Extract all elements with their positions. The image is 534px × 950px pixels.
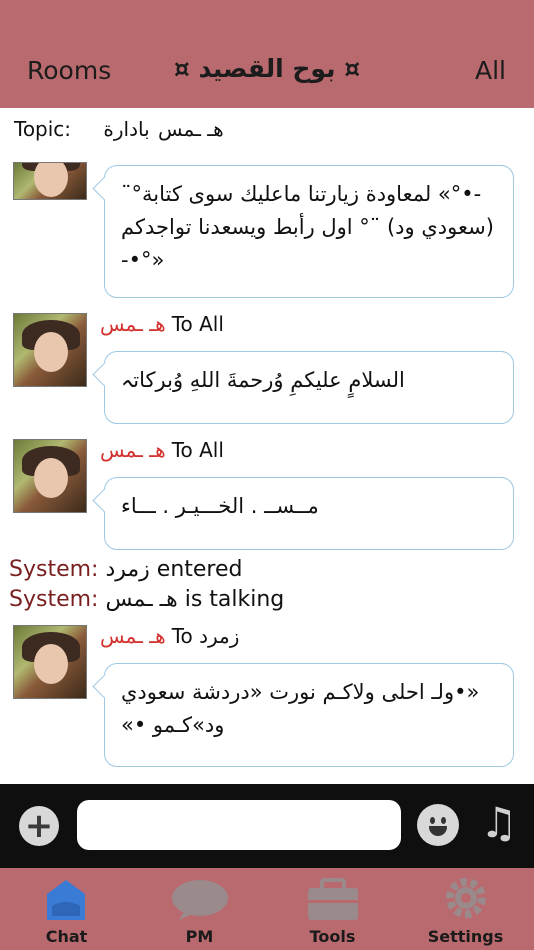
recipient: To All [171, 312, 224, 336]
tab-chat[interactable]: Chat [0, 868, 133, 950]
message-header: هـ ـمس To All [100, 312, 224, 336]
message-bubble: «•ولـ احلى ولاكـم نورت «دردشة سعودي ود»ك… [104, 663, 514, 767]
tab-tools[interactable]: Tools [266, 868, 399, 950]
avatar[interactable] [13, 313, 87, 387]
add-icon[interactable]: + [19, 806, 59, 846]
top-bar: Rooms ¤ بوح القصيد ¤ All [0, 0, 534, 108]
message-input-bar: + ♫ [0, 784, 534, 868]
system-message: System: هـ ـمس is talking [9, 587, 284, 612]
sender-name[interactable]: هـ ـمس [100, 438, 166, 462]
smiley-icon[interactable] [417, 804, 459, 846]
recipient: To زمرد [171, 624, 240, 648]
message-bubble: مــســ . الخـــيـر . ـــاء [104, 477, 514, 550]
tab-settings-label: Settings [427, 927, 504, 946]
sender-name[interactable]: هـ ـمس [100, 624, 166, 648]
topic-line: Topic: هـ ـمس بادارة [14, 117, 224, 141]
tab-bar: Chat PM Tools Settings [0, 868, 534, 950]
sender-name[interactable]: هـ ـمس [100, 312, 166, 336]
all-button[interactable]: All [475, 56, 506, 85]
recipient: To All [171, 438, 224, 462]
message-header: هـ ـمس To زمرد [100, 624, 239, 648]
system-label: System: [9, 557, 99, 582]
speech-bubble-icon [172, 880, 228, 920]
avatar[interactable] [13, 162, 87, 200]
message-text: -•°» لمعاودة زيارتنا ماعليك سوى كتابة°¨ … [121, 182, 494, 272]
tab-tools-label: Tools [309, 927, 356, 946]
message-text: «•ولـ احلى ولاكـم نورت «دردشة سعودي ود»ك… [121, 680, 480, 737]
message-header: هـ ـمس To All [100, 438, 224, 462]
system-message: System: زمرد entered [9, 557, 243, 582]
tab-chat-label: Chat [45, 927, 88, 946]
tab-settings[interactable]: Settings [399, 868, 532, 950]
tab-pm-label: PM [185, 927, 214, 946]
system-label: System: [9, 587, 99, 612]
topic-role: بادارة [103, 117, 150, 141]
message-bubble: -•°» لمعاودة زيارتنا ماعليك سوى كتابة°¨ … [104, 165, 514, 298]
topic-label: Topic: [14, 117, 72, 141]
music-note-icon[interactable]: ♫ [480, 798, 518, 847]
avatar[interactable] [13, 439, 87, 513]
avatar[interactable] [13, 625, 87, 699]
gear-icon [446, 878, 486, 918]
system-text: هـ ـمس is talking [105, 587, 285, 612]
system-text: زمرد entered [105, 557, 243, 582]
message-text: السلامٍ عليكمِ وُرحمةَ اللهِ وُبركاتہ [121, 368, 405, 392]
tab-pm[interactable]: PM [133, 868, 266, 950]
message-input[interactable] [77, 800, 401, 850]
topic-name: هـ ـمس [158, 117, 224, 141]
message-text: مــســ . الخـــيـر . ـــاء [121, 494, 319, 518]
message-bubble: السلامٍ عليكمِ وُرحمةَ اللهِ وُبركاتہ [104, 351, 514, 424]
room-title: ¤ بوح القصيد ¤ [173, 54, 361, 83]
chat-home-icon [47, 880, 85, 920]
toolbox-icon [308, 878, 358, 920]
